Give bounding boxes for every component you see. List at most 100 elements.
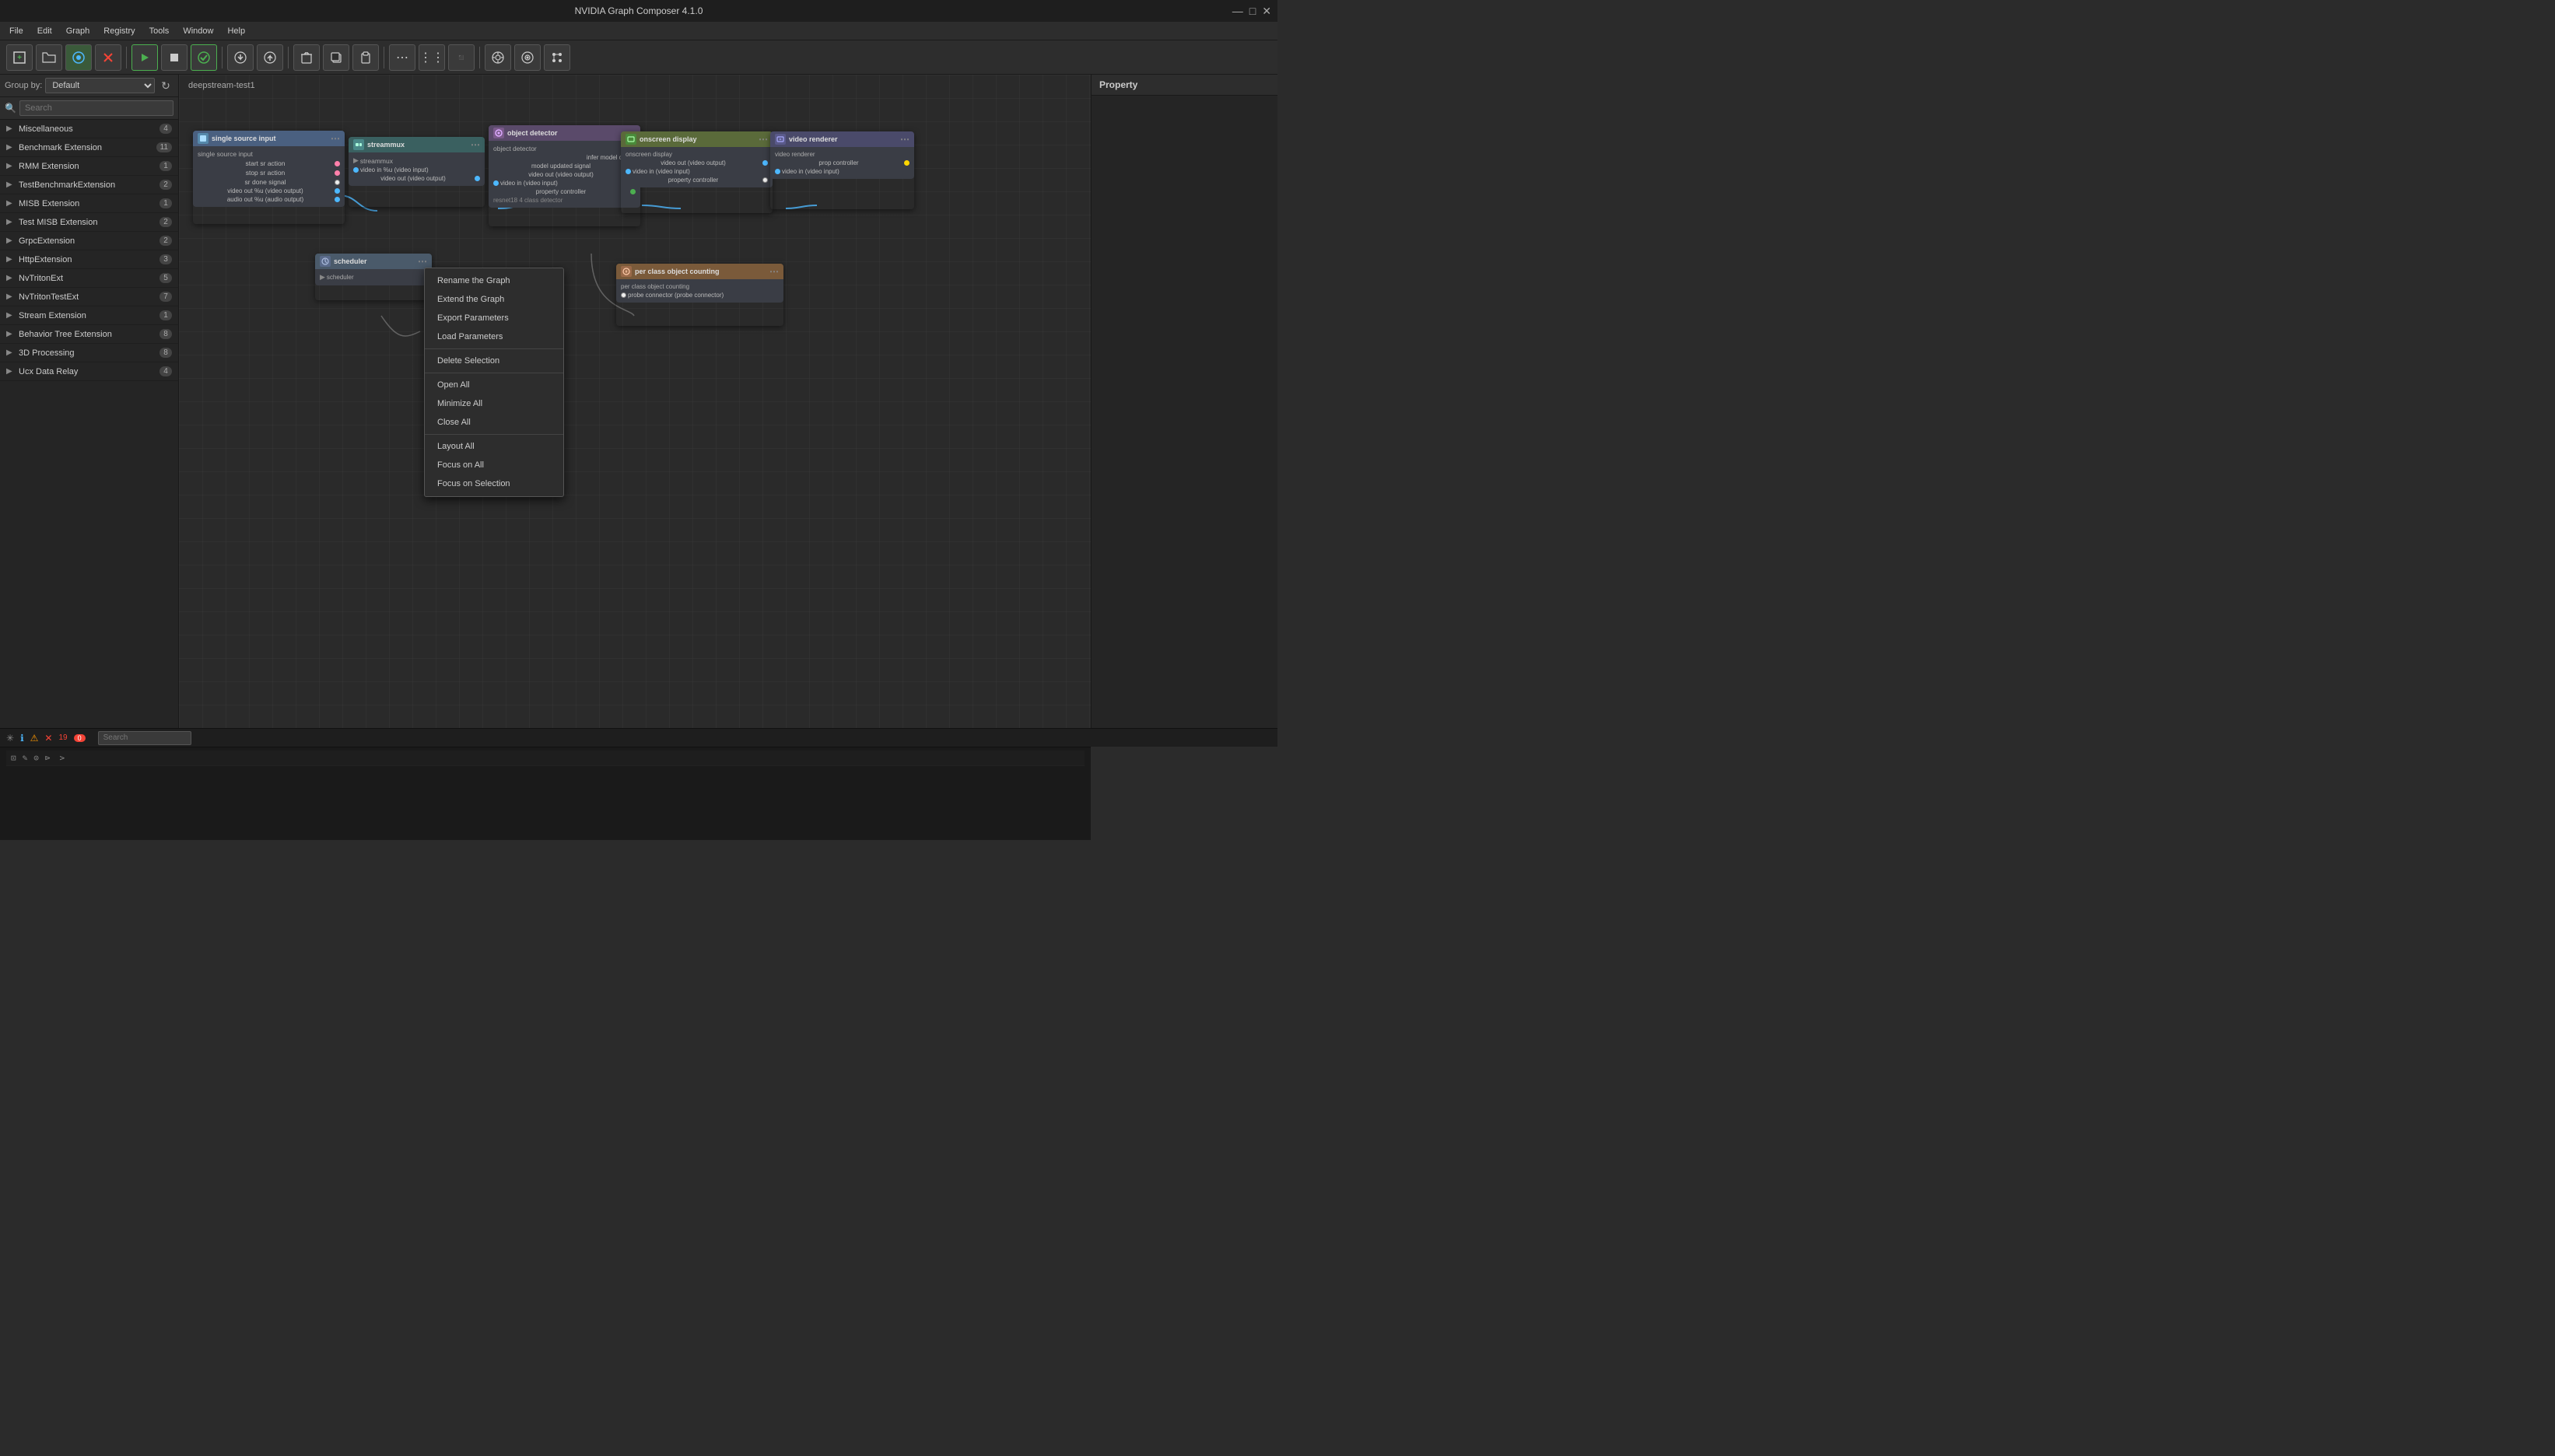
node-menu-streammux[interactable]: ⋯: [471, 139, 480, 150]
port-start-sr[interactable]: [335, 161, 340, 166]
download-button[interactable]: [227, 44, 254, 71]
graph-area[interactable]: deepstream-test1 single source input: [179, 75, 1091, 728]
close-button[interactable]: ✕: [1262, 5, 1271, 18]
ext-item-10[interactable]: ▶ Stream Extension 1: [0, 306, 178, 325]
search-row: 🔍: [0, 97, 178, 120]
play-button[interactable]: [131, 44, 158, 71]
ctx-focus-all[interactable]: Focus on All: [425, 456, 563, 474]
port-per-class-probe[interactable]: [621, 292, 626, 298]
ext-arrow-4: ▶: [6, 199, 16, 208]
ext-item-7[interactable]: ▶ HttpExtension 3: [0, 250, 178, 269]
ext-item-0[interactable]: ▶ Miscellaneous 4: [0, 120, 178, 138]
menu-file[interactable]: File: [3, 25, 30, 37]
ext-arrow-9: ▶: [6, 292, 16, 301]
node-video-renderer[interactable]: video renderer ⋯ video renderer prop con…: [770, 131, 914, 209]
ext-arrow-7: ▶: [6, 255, 16, 264]
dots1-button[interactable]: ⋯: [389, 44, 415, 71]
delete-button[interactable]: [293, 44, 320, 71]
port-det-video-in[interactable]: [493, 180, 499, 186]
ctx-load-params[interactable]: Load Parameters: [425, 327, 563, 346]
ctx-rename-graph[interactable]: Rename the Graph: [425, 271, 563, 290]
copy-button[interactable]: [323, 44, 349, 71]
ext-arrow-2: ▶: [6, 162, 16, 170]
ctx-extend-graph[interactable]: Extend the Graph: [425, 290, 563, 309]
menu-registry[interactable]: Registry: [97, 25, 141, 37]
port-osd-video-in[interactable]: [626, 169, 631, 174]
ctx-delete-selection[interactable]: Delete Selection: [425, 352, 563, 370]
scheduler-expand[interactable]: ▶: [320, 273, 325, 282]
maximize-button[interactable]: □: [1249, 5, 1256, 18]
check-button[interactable]: [191, 44, 217, 71]
ctx-focus-selection[interactable]: Focus on Selection: [425, 474, 563, 493]
ext-item-3[interactable]: ▶ TestBenchmarkExtension 2: [0, 176, 178, 194]
search-input[interactable]: [19, 100, 173, 116]
node-scheduler[interactable]: scheduler ⋯ ▶ scheduler: [315, 254, 432, 300]
terminal-icon-1[interactable]: ⊡: [11, 753, 16, 763]
port-osd-video-out[interactable]: [762, 160, 768, 166]
layout-button[interactable]: [544, 44, 570, 71]
ext-item-11[interactable]: ▶ Behavior Tree Extension 8: [0, 325, 178, 344]
toolbar-sep-2: [222, 47, 223, 68]
ctx-close-all[interactable]: Close All: [425, 413, 563, 432]
port-sr-done[interactable]: [335, 180, 340, 185]
stop-button[interactable]: [161, 44, 188, 71]
upload-button[interactable]: [257, 44, 283, 71]
node-single-source-input[interactable]: single source input ⋯ single source inpu…: [193, 131, 345, 224]
port-mux-video-out[interactable]: [475, 176, 480, 181]
save-button[interactable]: [65, 44, 92, 71]
ctx-minimize-all[interactable]: Minimize All: [425, 394, 563, 413]
ext-item-12[interactable]: ▶ 3D Processing 8: [0, 344, 178, 362]
node-expand-streammux[interactable]: ▶: [353, 156, 359, 165]
menu-graph[interactable]: Graph: [60, 25, 96, 37]
node-object-detector[interactable]: object detector ⋯ object detector infer …: [489, 125, 640, 226]
port-audio-out[interactable]: [335, 197, 340, 202]
target2-button[interactable]: [514, 44, 541, 71]
ctx-export-params[interactable]: Export Parameters: [425, 309, 563, 327]
ext-count-2: 1: [159, 161, 172, 171]
port-vr-prop[interactable]: [904, 160, 909, 166]
terminal-icon-4[interactable]: ⊳: [45, 753, 51, 763]
group-by-select[interactable]: Default: [45, 78, 155, 93]
ext-item-8[interactable]: ▶ NvTritonExt 5: [0, 269, 178, 288]
ext-item-9[interactable]: ▶ NvTritonTestExt 7: [0, 288, 178, 306]
menu-window[interactable]: Window: [177, 25, 219, 37]
ext-item-2[interactable]: ▶ RMM Extension 1: [0, 157, 178, 176]
ext-item-4[interactable]: ▶ MISB Extension 1: [0, 194, 178, 213]
terminal-area: ⊡ ✎ ⊙ ⊳ >: [0, 747, 1091, 840]
menu-edit[interactable]: Edit: [31, 25, 58, 37]
node-body-onscreen: onscreen display video out (video output…: [621, 147, 773, 187]
rect-button[interactable]: ◾: [448, 44, 475, 71]
node-streammux[interactable]: streammux ⋯ ▶ streammux video in %u (vid…: [349, 137, 485, 207]
node-menu-onscreen[interactable]: ⋯: [759, 134, 768, 145]
ctx-open-all[interactable]: Open All: [425, 376, 563, 394]
refresh-button[interactable]: ↻: [158, 78, 173, 93]
node-menu-video-renderer[interactable]: ⋯: [900, 134, 909, 145]
port-stop-sr[interactable]: [335, 170, 340, 176]
port-video-in-mux[interactable]: [353, 167, 359, 173]
open-button[interactable]: [36, 44, 62, 71]
status-search-input[interactable]: [98, 731, 191, 745]
minimize-button[interactable]: —: [1232, 5, 1243, 18]
node-menu-scheduler[interactable]: ⋯: [418, 256, 427, 267]
ext-item-5[interactable]: ▶ Test MISB Extension 2: [0, 213, 178, 232]
port-vr-video-in[interactable]: [775, 169, 780, 174]
new-button[interactable]: +: [6, 44, 33, 71]
ext-item-6[interactable]: ▶ GrpcExtension 2: [0, 232, 178, 250]
ext-item-1[interactable]: ▶ Benchmark Extension 11: [0, 138, 178, 157]
port-video-out[interactable]: [335, 188, 340, 194]
port-osd-prop[interactable]: [762, 177, 768, 183]
ctx-layout-all[interactable]: Layout All: [425, 437, 563, 456]
close-file-button[interactable]: [95, 44, 121, 71]
terminal-icon-2[interactable]: ✎: [23, 753, 28, 763]
dots2-button[interactable]: ⋮⋮: [419, 44, 445, 71]
menu-help[interactable]: Help: [221, 25, 251, 37]
node-per-class[interactable]: # per class object counting ⋯ per class …: [616, 264, 783, 326]
terminal-icon-3[interactable]: ⊙: [33, 753, 39, 763]
node-menu-single-source[interactable]: ⋯: [331, 133, 340, 144]
node-onscreen-display[interactable]: onscreen display ⋯ onscreen display vide…: [621, 131, 773, 213]
ext-item-13[interactable]: ▶ Ucx Data Relay 4: [0, 362, 178, 381]
paste-button[interactable]: [352, 44, 379, 71]
menu-tools[interactable]: Tools: [143, 25, 176, 37]
node-menu-per-class[interactable]: ⋯: [769, 266, 779, 277]
target1-button[interactable]: [485, 44, 511, 71]
